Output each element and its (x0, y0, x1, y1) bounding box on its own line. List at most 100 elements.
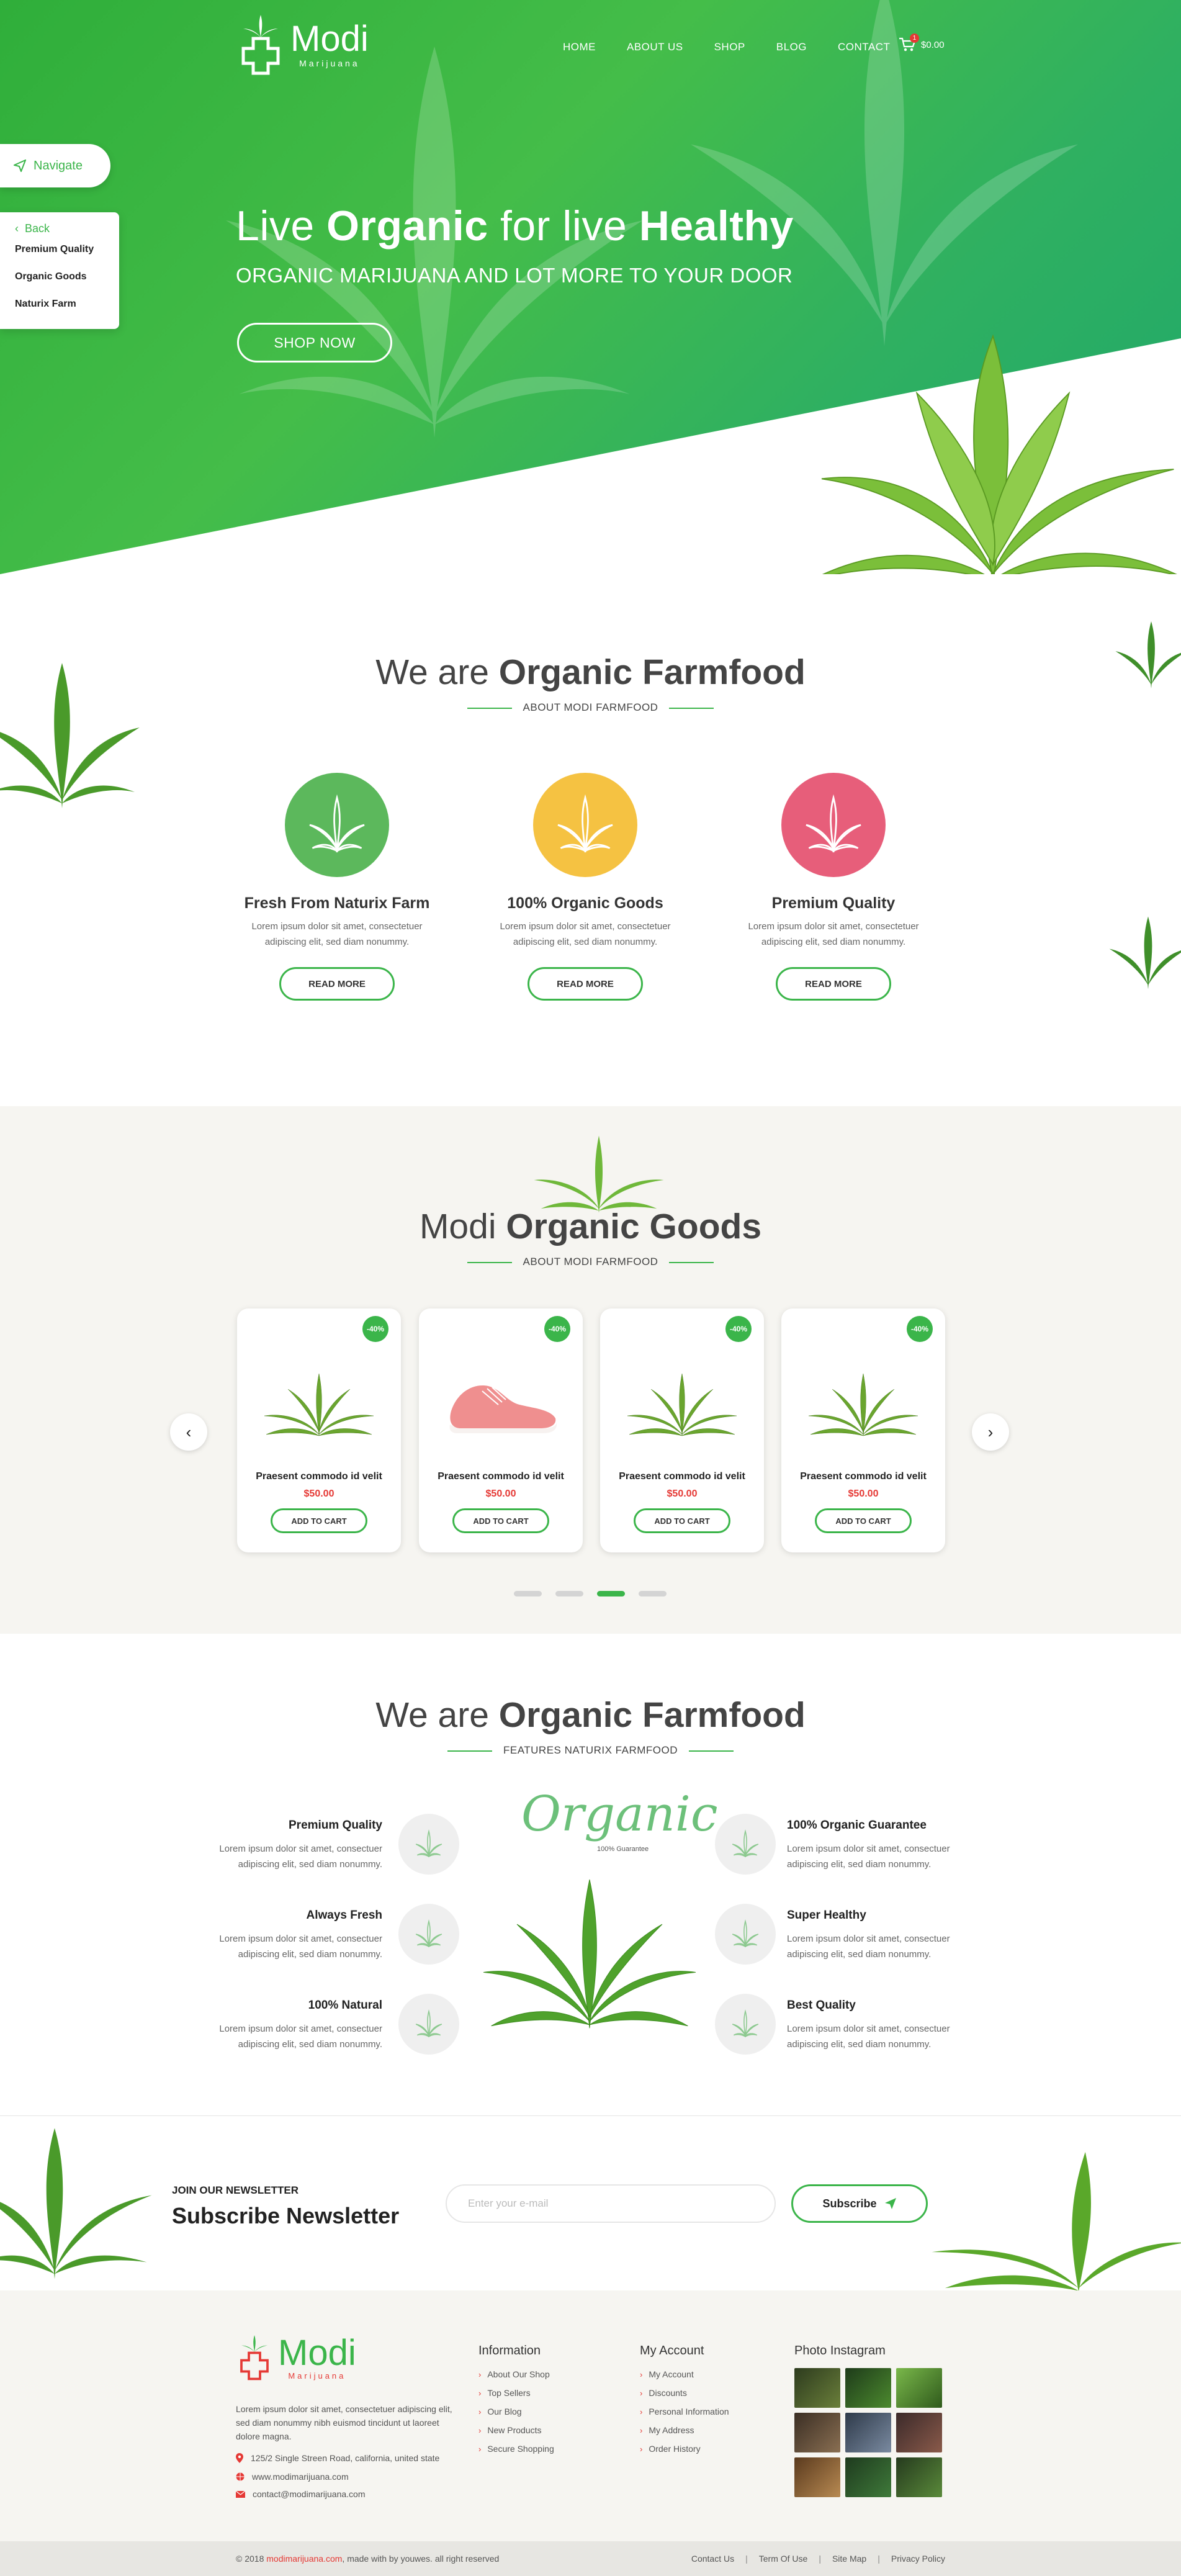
footer-bottom-bar: © 2018 modimarijuana.com, made with by y… (0, 2541, 1181, 2576)
product-image[interactable] (431, 1364, 570, 1445)
product-name[interactable]: Praesent commodo id velit (419, 1471, 583, 1482)
decor-leaf-icon (1109, 916, 1181, 989)
footer-link[interactable]: › Our Blog (478, 2407, 554, 2416)
product-card[interactable]: -40% Praesent commodo id velit $50.00 ADD T… (600, 1308, 764, 1552)
carousel-next-button[interactable]: › (972, 1413, 1009, 1451)
footer-link[interactable]: › My Address (640, 2425, 729, 2435)
instagram-photo[interactable] (896, 2368, 942, 2408)
carousel-dot[interactable] (514, 1591, 542, 1596)
footer-link[interactable]: › About Our Shop (478, 2369, 554, 2379)
feature-icon-circle (398, 1814, 459, 1875)
footer-logo-wordmark: Modi (278, 2332, 356, 2373)
footer-link[interactable]: › Secure Shopping (478, 2444, 554, 2454)
instagram-photo[interactable] (845, 2457, 891, 2497)
instagram-photo[interactable] (845, 2413, 891, 2452)
footer-link-label: Discounts (649, 2388, 687, 2398)
back-link[interactable]: ‹ Back (15, 222, 119, 235)
newsletter-email-input[interactable]: Enter your e-mail (446, 2184, 776, 2223)
carousel-prev-button[interactable]: ‹ (170, 1413, 207, 1451)
add-to-cart-button[interactable]: ADD TO CART (815, 1508, 912, 1533)
chevron-right-icon: › (987, 1422, 994, 1441)
product-name[interactable]: Praesent commodo id velit (600, 1471, 764, 1482)
subscribe-button[interactable]: Subscribe (791, 2184, 928, 2223)
product-card[interactable]: -40% Praesent commodo id velit $50.00 ADD T… (237, 1308, 401, 1552)
footer-logo[interactable]: Modi Marijuana (236, 2326, 356, 2389)
nav-shop[interactable]: SHOP (714, 41, 745, 53)
nav-home[interactable]: HOME (563, 41, 596, 53)
instagram-photo[interactable] (845, 2368, 891, 2408)
footer-link[interactable]: › Top Sellers (478, 2388, 554, 2398)
footer-link[interactable]: › Personal Information (640, 2407, 729, 2416)
product-name[interactable]: Praesent commodo id velit (781, 1471, 945, 1482)
carousel-dot[interactable] (597, 1591, 625, 1596)
subtitle-text: FEATURES NATURIX FARMFOOD (503, 1744, 678, 1756)
product-image[interactable] (613, 1364, 752, 1445)
feature-text: Lorem ipsum dolor sit amet, consectetuer… (748, 921, 919, 947)
hero-plant-image (821, 334, 1177, 574)
cannabis-leaf-icon (415, 2009, 442, 2037)
footer-link[interactable]: › Order History (640, 2444, 729, 2454)
nav-about-us[interactable]: ABOUT US (627, 41, 683, 53)
footer-link-privacy-policy[interactable]: Privacy Policy (891, 2554, 945, 2564)
back-label: Back (25, 222, 50, 235)
title-light: We are (375, 652, 499, 692)
product-card[interactable]: -40% Praesent commodo id velit $50.00 ADD T… (781, 1308, 945, 1552)
add-to-cart-button[interactable]: ADD TO CART (634, 1508, 730, 1533)
nav-blog[interactable]: BLOG (776, 41, 807, 53)
copyright-brand-link[interactable]: modimarijuana.com (266, 2554, 342, 2564)
side-menu-item-organic-goods[interactable]: Organic Goods (15, 271, 119, 282)
read-more-button[interactable]: READ MORE (776, 967, 891, 1001)
add-to-cart-button[interactable]: ADD TO CART (452, 1508, 549, 1533)
footer-email[interactable]: contact@modimarijuana.com (236, 2489, 366, 2499)
product-card[interactable]: -40% Praesent commodo id velit $50.00 ADD T… (419, 1308, 583, 1552)
read-more-button[interactable]: READ MORE (528, 967, 643, 1001)
feature-title: Fresh From Naturix Farm (244, 894, 430, 912)
logo-subtitle: Marijuana (299, 58, 360, 68)
instagram-photo[interactable] (794, 2457, 840, 2497)
side-menu-item-naturix-farm[interactable]: Naturix Farm (15, 299, 119, 310)
footer-link[interactable]: › My Account (640, 2369, 729, 2379)
side-menu-item-premium-quality[interactable]: Premium Quality (15, 244, 119, 255)
copyright-text: , made with by youwes. all right reserve… (342, 2554, 500, 2564)
footer-website[interactable]: www.modimarijuana.com (236, 2472, 349, 2482)
products-leaf-icon (534, 1135, 664, 1213)
newsletter-kicker: JOIN OUR NEWSLETTER (172, 2184, 299, 2196)
shop-now-button[interactable]: SHOP NOW (237, 323, 392, 363)
footer-link-contact-us[interactable]: Contact Us (691, 2554, 734, 2564)
footer-link-label: My Account (649, 2369, 694, 2379)
feature-circle (533, 773, 637, 877)
add-to-cart-button[interactable]: ADD TO CART (271, 1508, 367, 1533)
carousel-dot[interactable] (639, 1591, 667, 1596)
nav-contact[interactable]: CONTACT (838, 41, 890, 53)
instagram-photo[interactable] (794, 2413, 840, 2452)
read-more-button[interactable]: READ MORE (279, 967, 395, 1001)
email-text: contact@modimarijuana.com (253, 2489, 366, 2499)
separator: | (745, 2554, 748, 2564)
product-sneaker-image (449, 1385, 557, 1433)
instagram-photo[interactable] (896, 2457, 942, 2497)
feature-item: Best Quality Lorem ipsum dolor sit amet, … (715, 1994, 1013, 2062)
logo[interactable]: Modi Marijuana (236, 14, 369, 76)
footer-link-term-of-use[interactable]: Term Of Use (759, 2554, 808, 2564)
carousel-dot[interactable] (555, 1591, 583, 1596)
product-name[interactable]: Praesent commodo id velit (237, 1471, 401, 1482)
product-image[interactable] (794, 1364, 933, 1445)
feature-icon-circle (715, 1904, 776, 1965)
product-image[interactable] (249, 1364, 388, 1445)
instagram-photo[interactable] (794, 2368, 840, 2408)
navigate-button[interactable]: Navigate (0, 144, 110, 187)
footer-link[interactable]: › New Products (478, 2425, 554, 2435)
cart-button[interactable]: 1 $0.00 (899, 34, 945, 52)
instagram-photo[interactable] (896, 2413, 942, 2452)
feature-card: Premium Quality Lorem ipsum dolor sit am… (740, 773, 927, 1001)
footer-link-site-map[interactable]: Site Map (832, 2554, 866, 2564)
cannabis-leaf-icon (732, 1919, 759, 1947)
hero-title: Live Organic for live Healthy (236, 202, 794, 250)
footer-link[interactable]: › Discounts (640, 2388, 729, 2398)
feature-item: Premium Quality Lorem ipsum dolor sit ame… (219, 1814, 529, 1882)
feature-item-text: Lorem ipsum dolor sit amet, consectuer a… (219, 2024, 382, 2050)
feature-item: Always Fresh Lorem ipsum dolor sit amet, … (219, 1904, 529, 1972)
about-section-subtitle: ABOUT MODI FARMFOOD (0, 701, 1181, 714)
chevron-right-icon: › (640, 2369, 643, 2379)
hero-title-part: Live (236, 202, 327, 250)
